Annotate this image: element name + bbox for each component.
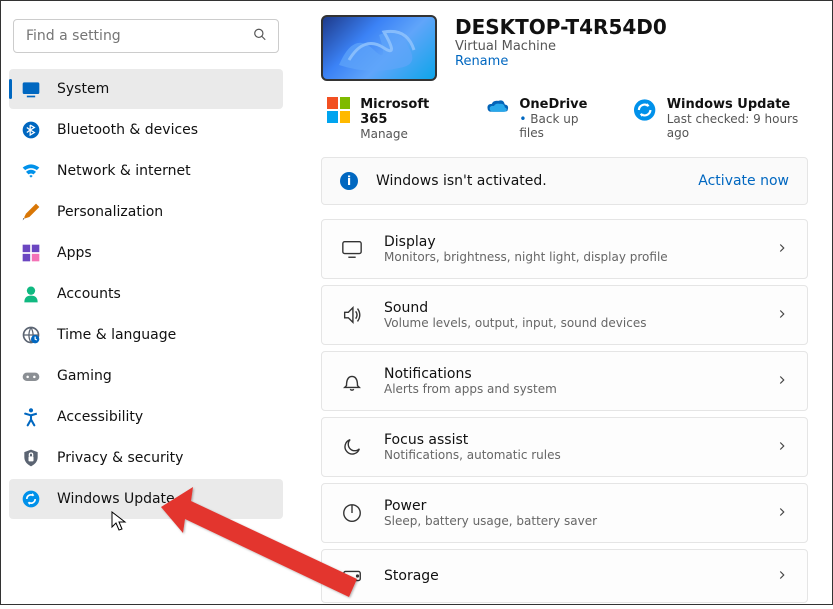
header-text: DESKTOP-T4R54D0 Virtual Machine Rename [455,15,667,69]
person-icon [21,284,41,304]
sidebar-item-label: Accessibility [57,409,143,425]
tile-sub: Manage [360,127,450,141]
sidebar-item-label: Gaming [57,368,112,384]
drive-icon [340,564,364,588]
card-display[interactable]: Display Monitors, brightness, night ligh… [321,219,808,279]
status-tiles: Microsoft 365 Manage OneDrive Back up fi… [321,97,808,141]
search-icon [253,27,267,46]
paintbrush-icon [21,202,41,222]
globe-clock-icon [21,325,41,345]
chevron-right-icon [775,504,789,523]
sidebar-item-privacy[interactable]: Privacy & security [9,438,283,478]
update-icon [21,489,41,509]
chevron-right-icon [775,567,789,586]
chevron-right-icon [775,438,789,457]
sidebar-item-label: Apps [57,245,92,261]
chevron-right-icon [775,306,789,325]
tile-sub: Back up files [519,112,597,140]
accessibility-icon [21,407,41,427]
device-wallpaper [321,15,437,81]
card-sound[interactable]: Sound Volume levels, output, input, soun… [321,285,808,345]
tile-title: Microsoft 365 [360,97,450,127]
system-icon [21,79,41,99]
card-notifications[interactable]: Notifications Alerts from apps and syste… [321,351,808,411]
sidebar-item-label: Bluetooth & devices [57,122,198,138]
card-sub: Alerts from apps and system [384,382,775,396]
header: DESKTOP-T4R54D0 Virtual Machine Rename [321,15,808,81]
sidebar-item-accounts[interactable]: Accounts [9,274,283,314]
sidebar-item-label: Network & internet [57,163,191,179]
search-input[interactable] [13,19,279,53]
sidebar-item-label: Privacy & security [57,450,183,466]
rename-link[interactable]: Rename [455,54,667,69]
chevron-right-icon [775,372,789,391]
sidebar-item-label: Accounts [57,286,121,302]
tile-title: Windows Update [667,97,808,112]
tile-sub: Last checked: 9 hours ago [667,112,808,140]
moon-icon [340,435,364,459]
update-icon [633,97,656,123]
card-title: Notifications [384,366,775,382]
sidebar-item-label: System [57,81,109,97]
card-storage[interactable]: Storage [321,549,808,603]
shield-icon [21,448,41,468]
activation-banner: i Windows isn't activated. Activate now [321,157,808,205]
device-type: Virtual Machine [455,39,667,54]
bell-icon [340,369,364,393]
banner-message: Windows isn't activated. [376,173,698,189]
sidebar-item-time-language[interactable]: Time & language [9,315,283,355]
onedrive-icon [486,97,509,115]
sidebar-item-personalization[interactable]: Personalization [9,192,283,232]
sidebar-item-label: Personalization [57,204,163,220]
wifi-icon [21,161,41,181]
card-title: Power [384,498,775,514]
sidebar-item-apps[interactable]: Apps [9,233,283,273]
card-title: Storage [384,568,775,584]
monitor-icon [340,237,364,261]
gamepad-icon [21,366,41,386]
sidebar-item-accessibility[interactable]: Accessibility [9,397,283,437]
tile-ms365[interactable]: Microsoft 365 Manage [327,97,450,141]
tile-title: OneDrive [519,97,597,112]
sidebar-item-system[interactable]: System [9,69,283,109]
card-title: Sound [384,300,775,316]
card-sub: Notifications, automatic rules [384,448,775,462]
apps-icon [21,243,41,263]
sidebar-item-label: Time & language [57,327,176,343]
power-icon [340,501,364,525]
card-power[interactable]: Power Sleep, battery usage, battery save… [321,483,808,543]
search-container [13,19,279,53]
card-focus-assist[interactable]: Focus assist Notifications, automatic ru… [321,417,808,477]
info-icon: i [340,172,358,190]
card-sub: Sleep, battery usage, battery saver [384,514,775,528]
tile-windows-update[interactable]: Windows Update Last checked: 9 hours ago [633,97,808,141]
sidebar-item-gaming[interactable]: Gaming [9,356,283,396]
bluetooth-icon [21,120,41,140]
main-content: DESKTOP-T4R54D0 Virtual Machine Rename M… [291,1,832,604]
card-sub: Monitors, brightness, night light, displ… [384,250,775,264]
sidebar-item-label: Windows Update [57,491,175,507]
chevron-right-icon [775,240,789,259]
card-sub: Volume levels, output, input, sound devi… [384,316,775,330]
sidebar: System Bluetooth & devices Network & int… [1,1,291,604]
sound-icon [340,303,364,327]
sidebar-item-windows-update[interactable]: Windows Update [9,479,283,519]
device-name: DESKTOP-T4R54D0 [455,15,667,39]
card-title: Display [384,234,775,250]
sidebar-item-network[interactable]: Network & internet [9,151,283,191]
activate-now-link[interactable]: Activate now [698,173,789,189]
tile-onedrive[interactable]: OneDrive Back up files [486,97,597,141]
sidebar-item-bluetooth[interactable]: Bluetooth & devices [9,110,283,150]
card-title: Focus assist [384,432,775,448]
microsoft-logo-icon [327,97,350,123]
